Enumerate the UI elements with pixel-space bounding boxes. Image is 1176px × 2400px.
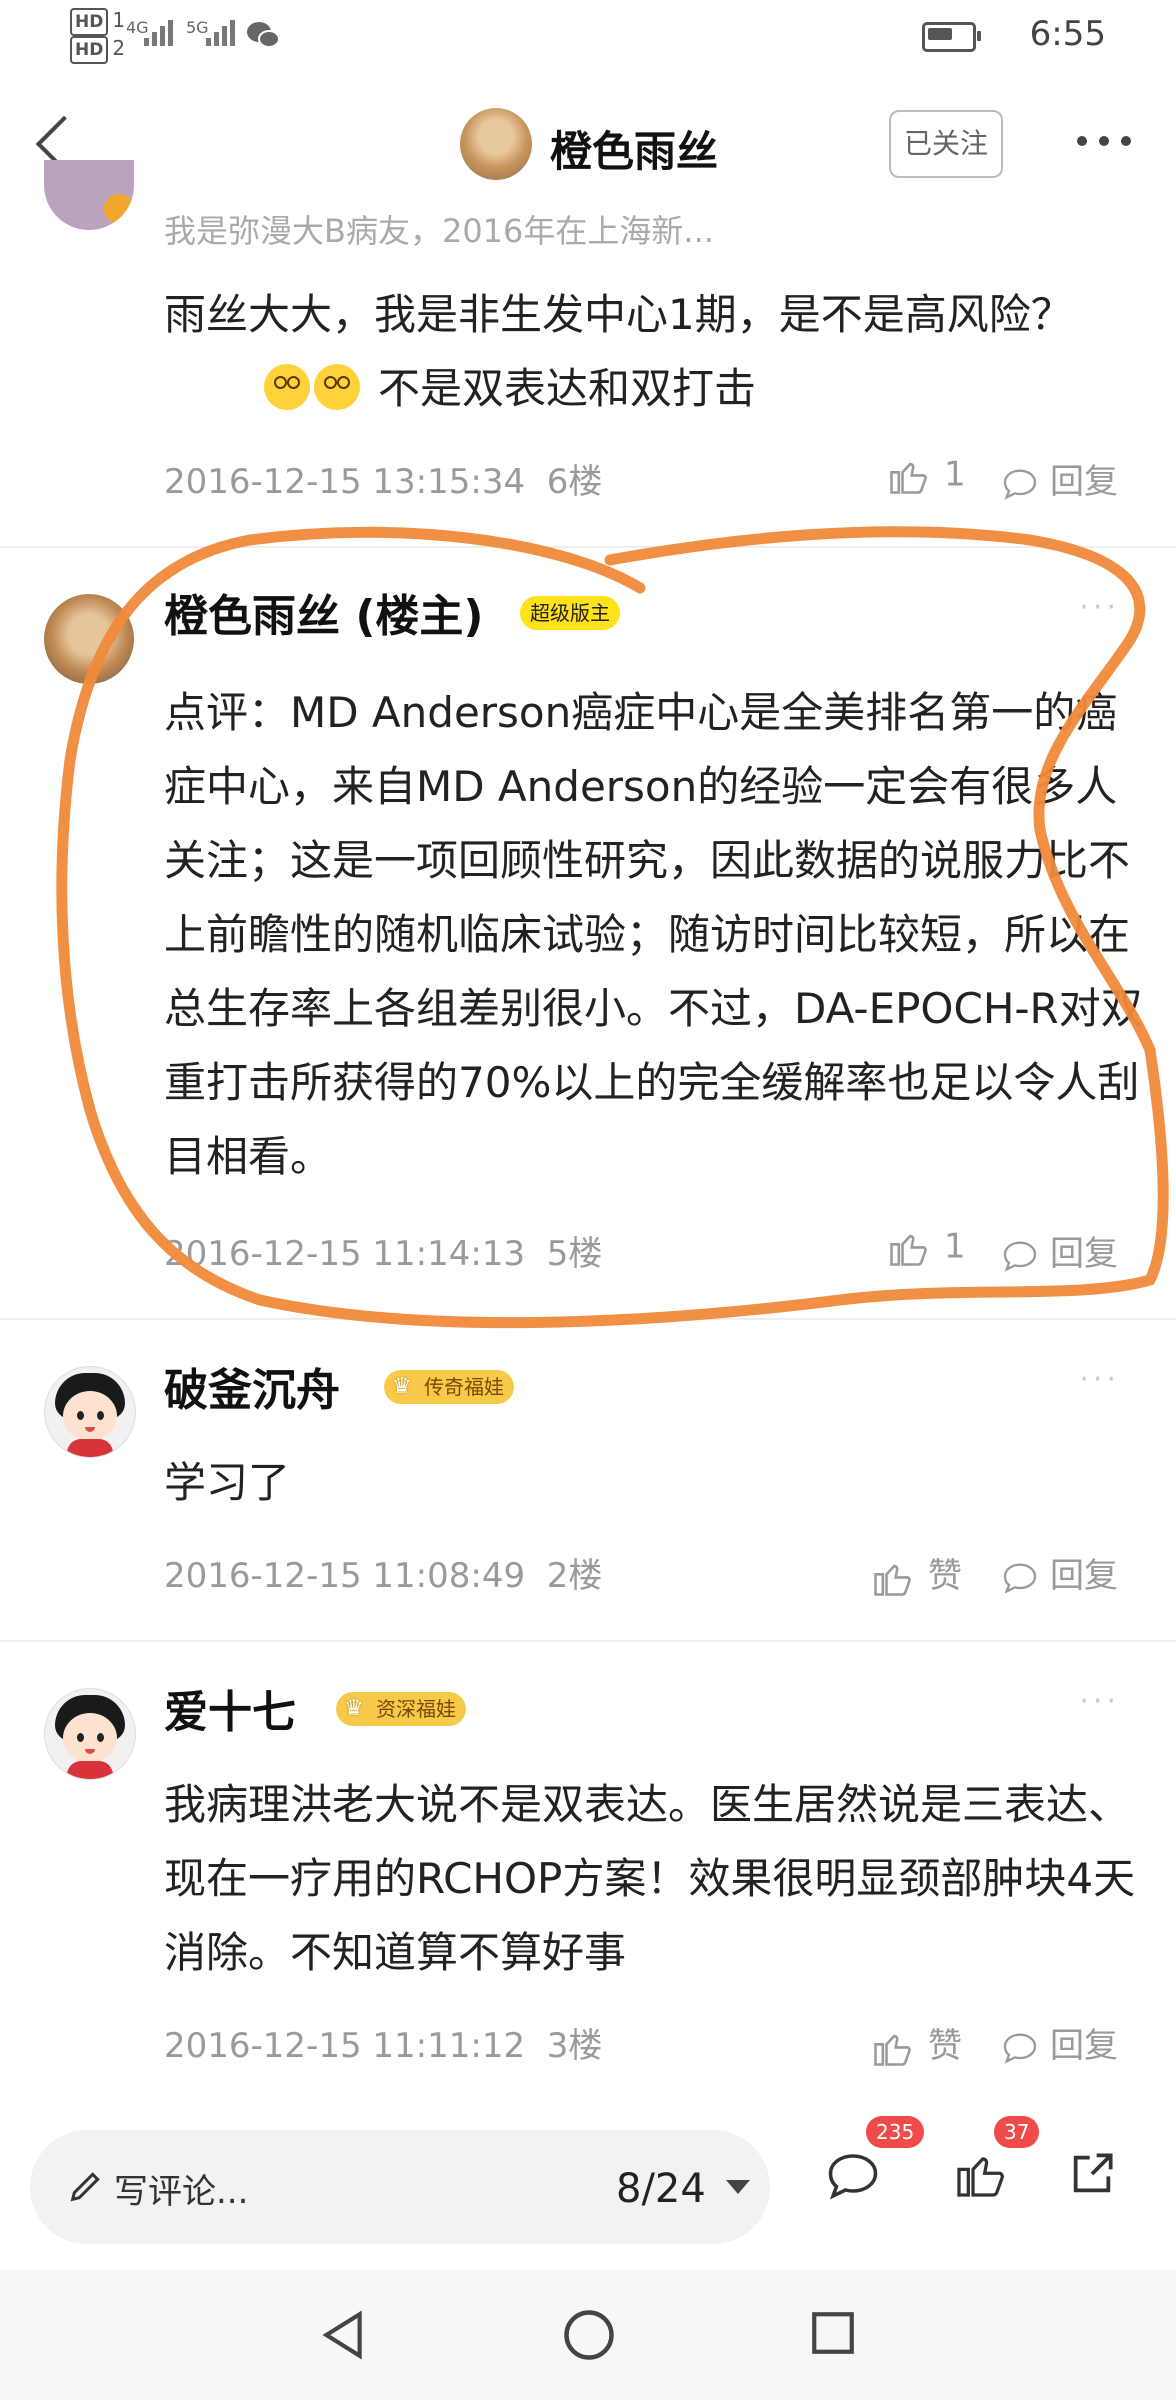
level-badge-icon	[104, 194, 134, 224]
more-dots-icon[interactable]: ···	[1079, 590, 1120, 625]
nav-home-circle-icon[interactable]	[562, 2308, 616, 2362]
username[interactable]: 爱十七	[164, 1676, 296, 1740]
timestamp: 2016-12-15 11:14:13	[164, 1234, 526, 1274]
dizzy-emoji-icon	[314, 364, 360, 410]
comment-text-suffix: 不是双表达和双打击	[378, 364, 757, 413]
reply-button[interactable]: 回复	[1000, 1548, 1118, 1598]
like-count-badge: 37	[994, 2116, 1040, 2148]
floor-number: 5楼	[546, 1234, 603, 1274]
hd-indicators: HD 1 HD 2	[70, 8, 125, 64]
floor-number: 3楼	[546, 2026, 603, 2066]
bottom-action-bar: 写评论... 8/24 235 37	[0, 2110, 1176, 2244]
like-button[interactable]: 1	[886, 454, 966, 498]
comment-input-placeholder: 写评论...	[114, 2172, 249, 2212]
floor-number: 2楼	[546, 1556, 603, 1596]
reply-label: 回复	[1050, 462, 1118, 502]
pencil-icon	[70, 2172, 100, 2202]
hd1-badge: HD	[70, 8, 109, 36]
thumb-up-icon[interactable]	[952, 2146, 1008, 2202]
timestamp: 2016-12-15 13:15:34	[164, 462, 526, 502]
page-title[interactable]: 橙色雨丝	[550, 118, 718, 179]
comment-text: 雨丝大大，我是非生发中心1期，是不是高风险？	[164, 290, 1073, 339]
comment-body: 我病理洪老大说不是双表达。医生居然说是三表达、现在一疗用的RCHOP方案！效果很…	[164, 1780, 1136, 1977]
dizzy-emoji-icon	[264, 364, 310, 410]
floor-number: 6楼	[546, 462, 603, 502]
hd1-num: 1	[112, 8, 126, 32]
thumb-up-icon	[874, 2034, 911, 2066]
status-bar: HD 1 HD 2 4G 5G 6:55	[0, 0, 1176, 70]
reply-label: 回复	[1050, 1234, 1118, 1274]
like-count: 1	[944, 1226, 966, 1267]
battery-icon	[922, 22, 981, 52]
chevron-down-icon[interactable]	[726, 2180, 750, 2194]
more-dots-icon[interactable]	[1075, 132, 1135, 148]
more-dots-icon[interactable]: ···	[1079, 1684, 1120, 1719]
follow-button[interactable]: 已关注	[889, 110, 1003, 178]
share-icon[interactable]	[1064, 2146, 1120, 2202]
reply-button[interactable]: 回复	[1000, 454, 1118, 504]
timestamp: 2016-12-15 11:11:12	[164, 2026, 526, 2066]
comment-count-badge: 235	[866, 2116, 925, 2148]
avatar[interactable]	[44, 1688, 136, 1780]
like-button[interactable]: 赞	[870, 2018, 962, 2070]
system-nav-bar	[0, 2270, 1176, 2400]
comment-body: 学习了	[164, 1458, 291, 1507]
comment-body: 雨丝大大，我是非生发中心1期，是不是高风险？	[164, 278, 1144, 352]
reply-bubble-icon	[1003, 468, 1037, 500]
like-label: 赞	[928, 2026, 962, 2066]
comment-meta: 2016-12-15 11:14:13 5楼	[164, 1226, 602, 1275]
divider	[0, 1640, 1176, 1642]
reply-bubble-icon	[1003, 1240, 1037, 1272]
clock: 6:55	[1029, 14, 1106, 54]
reply-button[interactable]: 回复	[1000, 2018, 1118, 2068]
quoted-text: 我是弥漫大B病友，2016年在上海新...	[164, 212, 714, 250]
like-label: 赞	[928, 1556, 962, 1596]
like-button[interactable]: 1	[886, 1226, 966, 1270]
username[interactable]: 橙色雨丝 (楼主)	[164, 580, 484, 644]
signal1-icon	[144, 16, 180, 46]
nav-recent-square-icon[interactable]	[808, 2308, 858, 2358]
username[interactable]: 破釜沉舟	[164, 1354, 340, 1418]
nav-back-triangle-icon[interactable]	[318, 2308, 368, 2362]
dog-avatar[interactable]	[460, 108, 532, 180]
comment-meta: 2016-12-15 11:08:49 2楼	[164, 1548, 602, 1597]
divider	[0, 546, 1176, 548]
comment-bubble-icon[interactable]	[822, 2146, 884, 2206]
timestamp: 2016-12-15 11:08:49	[164, 1556, 526, 1596]
like-count: 1	[944, 454, 966, 495]
signal2-icon	[206, 16, 242, 46]
thumb-up-icon	[890, 1234, 927, 1266]
more-dots-icon[interactable]: ···	[1079, 1362, 1120, 1397]
legend-member-badge: 传奇福娃	[384, 1370, 514, 1404]
hd2-badge: HD	[70, 36, 109, 64]
reply-bubble-icon	[1003, 1562, 1037, 1594]
comment-meta: 2016-12-15 11:11:12 3楼	[164, 2018, 602, 2067]
divider	[0, 1318, 1176, 1320]
avatar[interactable]	[44, 1366, 136, 1458]
reply-label: 回复	[1050, 2026, 1118, 2066]
super-moderator-badge: 超级版主	[520, 596, 620, 630]
avatar[interactable]	[44, 160, 134, 230]
reply-bubble-icon	[1003, 2032, 1037, 2064]
thumb-up-icon	[890, 462, 927, 494]
hd2-num: 2	[112, 36, 126, 60]
reply-label: 回复	[1050, 1556, 1118, 1596]
comment-input[interactable]: 写评论... 8/24	[30, 2130, 770, 2244]
comment-meta: 2016-12-15 13:15:34 6楼	[164, 454, 602, 503]
comment-body: 点评：MD Anderson癌症中心是全美排名第一的癌症中心，来自MD Ande…	[164, 688, 1143, 1181]
like-button[interactable]: 赞	[870, 1548, 962, 1600]
wechat-icon	[247, 22, 280, 48]
thumb-up-icon	[874, 1564, 911, 1596]
emoji-group	[262, 364, 362, 410]
reply-button[interactable]: 回复	[1000, 1226, 1118, 1276]
page-indicator[interactable]: 8/24	[616, 2166, 706, 2212]
senior-member-badge: 资深福娃	[336, 1692, 466, 1726]
avatar[interactable]	[44, 594, 134, 684]
top-header: 橙色雨丝 已关注	[0, 80, 1176, 210]
